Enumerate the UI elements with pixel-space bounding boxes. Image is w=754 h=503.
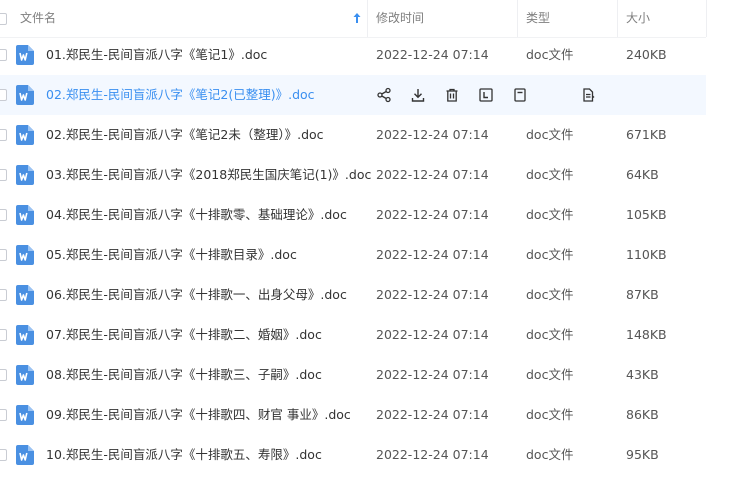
row-checkbox[interactable] — [0, 449, 7, 461]
row-checkbox[interactable] — [0, 49, 7, 61]
sort-ascending-icon[interactable] — [352, 12, 362, 24]
file-row-hovered[interactable]: 02.郑民生-民间盲派八字《笔记2(已整理)》.doc — [0, 75, 706, 115]
file-modified: 2022-12-24 07:14 — [376, 287, 489, 302]
word-doc-icon — [16, 285, 34, 305]
file-row[interactable]: 08.郑民生-民间盲派八字《十排歌三、子嗣》.doc 2022-12-24 07… — [0, 355, 706, 395]
file-modified: 2022-12-24 07:14 — [376, 447, 489, 462]
file-modified: 2022-12-24 07:14 — [376, 407, 489, 422]
file-name[interactable]: 09.郑民生-民间盲派八字《十排歌四、财官 事业》.doc — [46, 395, 351, 435]
file-type: doc文件 — [526, 287, 574, 302]
word-doc-icon — [16, 365, 34, 385]
word-doc-icon — [16, 245, 34, 265]
rename-icon[interactable] — [478, 87, 494, 103]
file-name[interactable]: 10.郑民生-民间盲派八字《十排歌五、寿限》.doc — [46, 435, 322, 475]
word-doc-icon — [16, 325, 34, 345]
file-modified: 2022-12-24 07:14 — [376, 167, 489, 182]
file-modified: 2022-12-24 07:14 — [376, 327, 489, 342]
row-checkbox[interactable] — [0, 209, 7, 221]
file-size: 148KB — [626, 327, 667, 342]
file-size: 64KB — [626, 167, 659, 182]
file-size: 95KB — [626, 447, 659, 462]
file-row[interactable]: 05.郑民生-民间盲派八字《十排歌目录》.doc 2022-12-24 07:1… — [0, 235, 706, 275]
file-row[interactable]: 07.郑民生-民间盲派八字《十排歌二、婚姻》.doc 2022-12-24 07… — [0, 315, 706, 355]
select-all-checkbox[interactable] — [0, 13, 7, 25]
share-icon[interactable] — [376, 87, 392, 103]
header-type[interactable]: 类型 — [526, 0, 550, 37]
file-type: doc文件 — [526, 327, 574, 342]
file-modified: 2022-12-24 07:14 — [376, 367, 489, 382]
file-type: doc文件 — [526, 407, 574, 422]
word-doc-icon — [16, 405, 34, 425]
word-doc-icon — [16, 125, 34, 145]
file-name[interactable]: 02.郑民生-民间盲派八字《笔记2(已整理)》.doc — [46, 75, 315, 115]
file-row[interactable]: 04.郑民生-民间盲派八字《十排歌零、基础理论》.doc 2022-12-24 … — [0, 195, 706, 235]
file-row[interactable]: 10.郑民生-民间盲派八字《十排歌五、寿限》.doc 2022-12-24 07… — [0, 435, 706, 475]
file-size: 240KB — [626, 47, 667, 62]
file-modified: 2022-12-24 07:14 — [376, 207, 489, 222]
file-name[interactable]: 06.郑民生-民间盲派八字《十排歌一、出身父母》.doc — [46, 275, 347, 315]
file-size: 86KB — [626, 407, 659, 422]
word-doc-icon — [16, 165, 34, 185]
row-checkbox[interactable] — [0, 329, 7, 341]
header-divider[interactable] — [367, 0, 368, 37]
file-row[interactable]: 06.郑民生-民间盲派八字《十排歌一、出身父母》.doc 2022-12-24 … — [0, 275, 706, 315]
file-type: doc文件 — [526, 447, 574, 462]
word-doc-icon — [16, 445, 34, 465]
file-row[interactable]: 03.郑民生-民间盲派八字《2018郑民生国庆笔记(1)》.doc 2022-1… — [0, 155, 706, 195]
file-row[interactable]: 09.郑民生-民间盲派八字《十排歌四、财官 事业》.doc 2022-12-24… — [0, 395, 706, 435]
file-name[interactable]: 01.郑民生-民间盲派八字《笔记1》.doc — [46, 35, 267, 75]
word-doc-icon — [16, 205, 34, 225]
file-type: doc文件 — [526, 247, 574, 262]
row-checkbox[interactable] — [0, 289, 7, 301]
header-name[interactable]: 文件名 — [20, 0, 56, 37]
file-list-header: 文件名 修改时间 类型 大小 — [0, 0, 754, 37]
file-type: doc文件 — [526, 127, 574, 142]
header-divider[interactable] — [617, 0, 618, 37]
copy-icon[interactable] — [580, 87, 596, 103]
file-name[interactable]: 05.郑民生-民间盲派八字《十排歌目录》.doc — [46, 235, 297, 275]
file-row[interactable]: 01.郑民生-民间盲派八字《笔记1》.doc 2022-12-24 07:14 … — [0, 35, 706, 75]
file-name[interactable]: 03.郑民生-民间盲派八字《2018郑民生国庆笔记(1)》.doc — [46, 155, 371, 195]
download-icon[interactable] — [410, 87, 426, 103]
file-size: 110KB — [626, 247, 667, 262]
file-size: 105KB — [626, 207, 667, 222]
row-checkbox[interactable] — [0, 409, 7, 421]
word-doc-icon — [16, 85, 34, 105]
file-name[interactable]: 07.郑民生-民间盲派八字《十排歌二、婚姻》.doc — [46, 315, 322, 355]
file-size: 87KB — [626, 287, 659, 302]
file-type: doc文件 — [526, 167, 574, 182]
delete-icon[interactable] — [444, 87, 460, 103]
file-name[interactable]: 04.郑民生-民间盲派八字《十排歌零、基础理论》.doc — [46, 195, 347, 235]
file-type: doc文件 — [526, 207, 574, 222]
file-name[interactable]: 08.郑民生-民间盲派八字《十排歌三、子嗣》.doc — [46, 355, 322, 395]
file-row[interactable]: 02.郑民生-民间盲派八字《笔记2未（整理）》.doc 2022-12-24 0… — [0, 115, 706, 155]
file-modified: 2022-12-24 07:14 — [376, 47, 489, 62]
header-divider[interactable] — [706, 0, 707, 37]
header-modified[interactable]: 修改时间 — [376, 0, 424, 37]
row-checkbox[interactable] — [0, 249, 7, 261]
row-checkbox[interactable] — [0, 129, 7, 141]
row-checkbox[interactable] — [0, 89, 7, 101]
file-type: doc文件 — [526, 47, 574, 62]
file-name[interactable]: 02.郑民生-民间盲派八字《笔记2未（整理）》.doc — [46, 115, 324, 155]
file-modified: 2022-12-24 07:14 — [376, 247, 489, 262]
row-checkbox[interactable] — [0, 169, 7, 181]
header-divider[interactable] — [517, 0, 518, 37]
file-size: 671KB — [626, 127, 667, 142]
word-doc-icon — [16, 45, 34, 65]
file-type: doc文件 — [526, 367, 574, 382]
row-checkbox[interactable] — [0, 369, 7, 381]
file-modified: 2022-12-24 07:14 — [376, 127, 489, 142]
move-icon[interactable] — [512, 87, 528, 103]
header-size[interactable]: 大小 — [626, 0, 650, 37]
file-size: 43KB — [626, 367, 659, 382]
